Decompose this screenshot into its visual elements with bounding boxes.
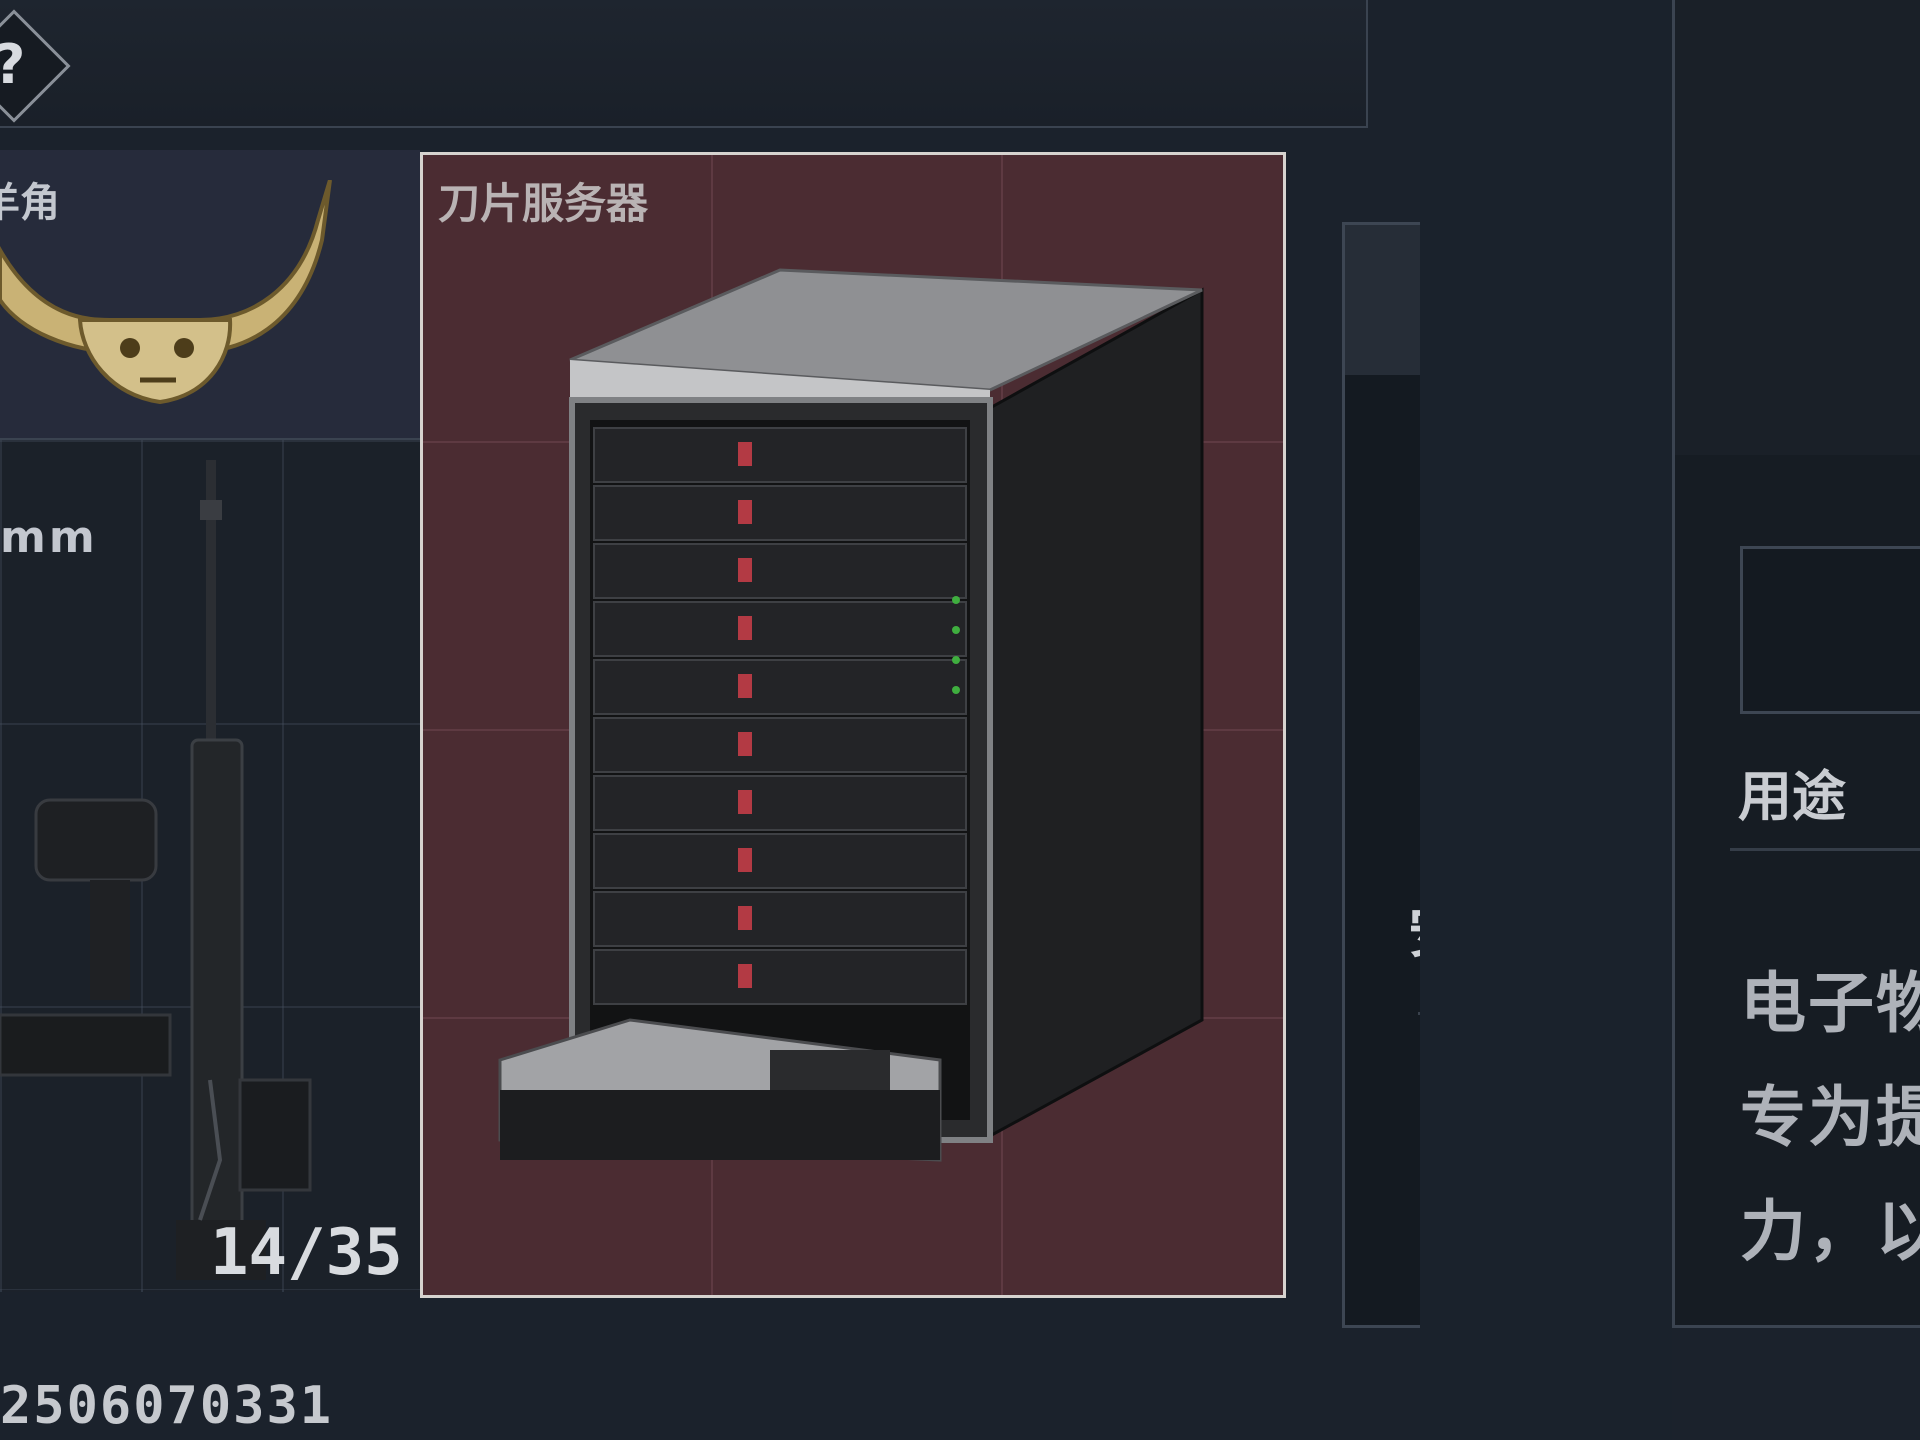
horn-skull-icon [0, 180, 332, 405]
ammo-count: 14/35 [210, 1216, 403, 1290]
usage-label: 用途 [1738, 765, 1846, 828]
panel-gap [1420, 0, 1672, 1440]
selected-item-name: 刀片服务器 [438, 179, 649, 228]
description-line: 力，以 [1740, 1193, 1920, 1270]
description-line: 电子物 [1740, 965, 1920, 1042]
search-bar[interactable] [0, 0, 1368, 128]
help-icon[interactable]: ? [0, 30, 34, 100]
blade-server-icon [498, 268, 1204, 1162]
description-line: 专为提 [1740, 1079, 1920, 1156]
detail-header-area [1675, 0, 1920, 455]
detail-field[interactable] [1740, 546, 1920, 714]
serial-number: 2506070331 [0, 1376, 334, 1436]
inventory-item-rifle[interactable]: mm 14/35 [0, 440, 420, 1290]
rifle-icon [0, 460, 312, 1280]
usage-divider [1730, 848, 1920, 851]
inventory-item-horn[interactable]: 羊角 [0, 150, 420, 440]
